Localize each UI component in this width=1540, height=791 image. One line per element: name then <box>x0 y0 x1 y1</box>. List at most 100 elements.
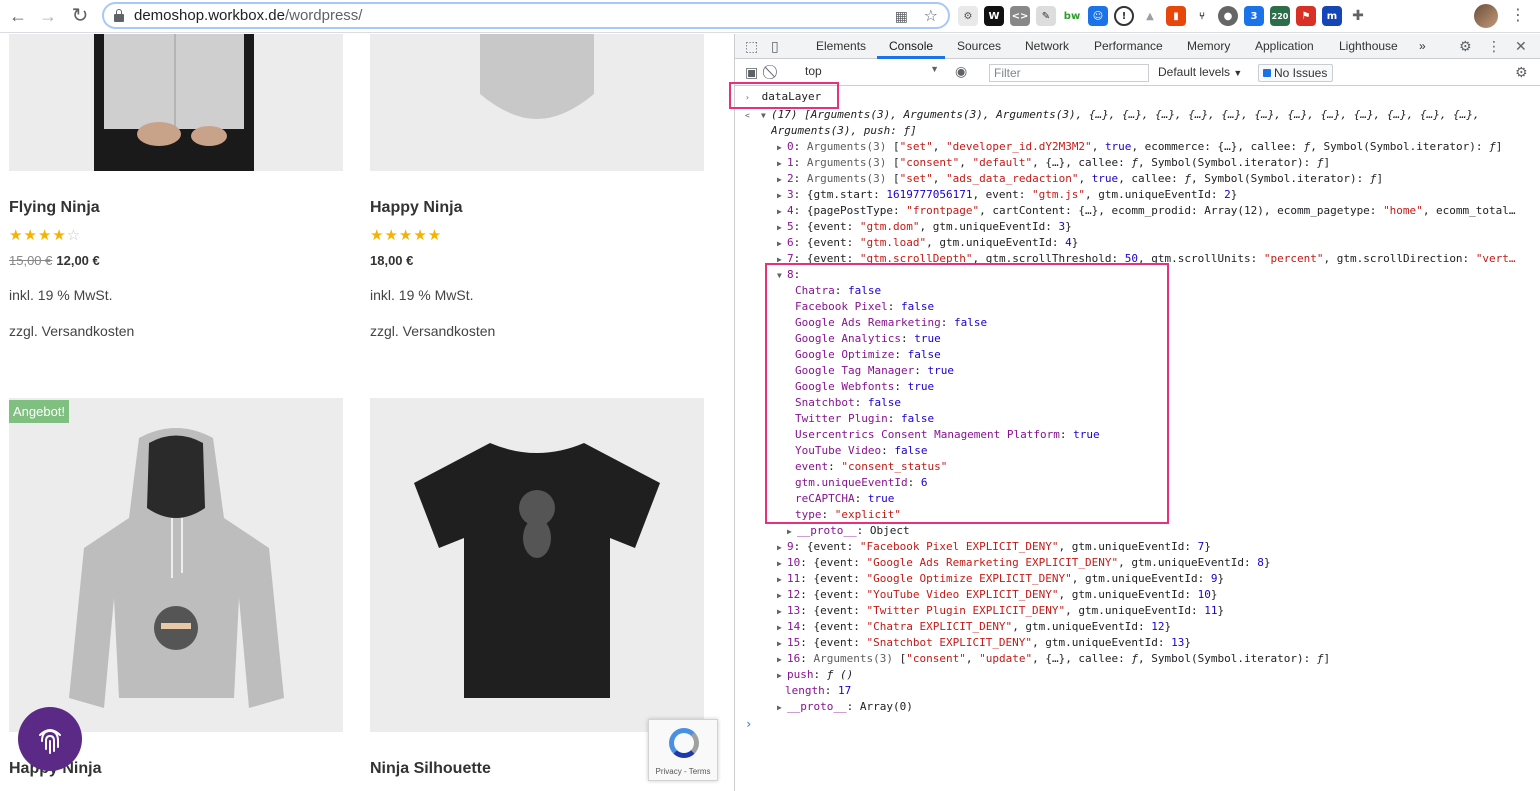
extension-badge-icon[interactable]: 3 <box>1244 6 1264 26</box>
url-text[interactable]: demoshop.workbox.de/wordpress/ <box>134 7 362 24</box>
consent-fingerprint-button[interactable] <box>18 707 82 771</box>
tab-memory[interactable]: Memory <box>1187 39 1230 53</box>
devtools-menu-icon[interactable]: ⋮ <box>1487 38 1501 55</box>
console-line[interactable]: ▶ 12: {event: "YouTube Video EXPLICIT_DEN… <box>777 587 1540 603</box>
browser-menu-icon[interactable]: ⋮ <box>1510 5 1526 25</box>
console-line[interactable]: gtm.uniqueEventId: 6 <box>795 475 1540 491</box>
product-title[interactable]: Ninja Silhouette <box>370 760 491 778</box>
extensions-puzzle-icon[interactable]: ✚ <box>1348 6 1368 26</box>
settings-gear-icon[interactable]: ⚙ <box>1459 38 1472 55</box>
console-line[interactable]: Google Webfonts: true <box>795 379 1540 395</box>
tab-application[interactable]: Application <box>1255 39 1314 53</box>
console-line[interactable]: ▶ 6: {event: "gtm.load", gtm.uniqueEventI… <box>777 235 1540 251</box>
extension-bookmark-icon[interactable]: ▮ <box>1166 6 1186 26</box>
product-image-flying-ninja[interactable] <box>9 34 343 171</box>
console-line[interactable]: ▶ 16: Arguments(3) ["consent", "update", … <box>777 651 1540 667</box>
console-line[interactable]: ▶ 4: {pagePostType: "frontpage", cartCont… <box>777 203 1540 219</box>
console-line[interactable]: ▶ 1: Arguments(3) ["consent", "default", … <box>777 155 1540 171</box>
console-line[interactable]: ▼ 8: <box>777 267 1540 283</box>
more-tabs-button[interactable]: » <box>1419 39 1426 53</box>
console-line[interactable]: Arguments(3), push: ƒ] <box>771 123 1540 139</box>
tab-lighthouse[interactable]: Lighthouse <box>1339 39 1398 53</box>
console-line[interactable]: ▶ 11: {event: "Google Optimize EXPLICIT_D… <box>777 571 1540 587</box>
shipping-link[interactable]: zzgl. Versandkosten <box>9 323 134 339</box>
console-prompt-icon[interactable]: › <box>745 717 752 731</box>
device-toolbar-icon[interactable]: ▯ <box>771 38 779 55</box>
console-line[interactable]: YouTube Video: false <box>795 443 1540 459</box>
console-line[interactable]: ▶ __proto__: Array(0) <box>777 699 1540 715</box>
extension-flag-icon[interactable]: ⚑ <box>1296 6 1316 26</box>
extension-bw-icon[interactable]: bw <box>1062 6 1082 26</box>
product-title[interactable]: Flying Ninja <box>9 199 100 217</box>
extension-circle-icon[interactable]: ● <box>1218 6 1238 26</box>
console-line[interactable]: Google Analytics: true <box>795 331 1540 347</box>
profile-avatar[interactable] <box>1474 4 1498 28</box>
console-line[interactable]: ▶ 3: {gtm.start: 1619777056171, event: "g… <box>777 187 1540 203</box>
extension-wappalyzer-icon[interactable]: W <box>984 6 1004 26</box>
extension-ghost-icon[interactable]: ☺ <box>1088 6 1108 26</box>
console-line[interactable]: ▶ 14: {event: "Chatra EXPLICIT_DENY", gtm… <box>777 619 1540 635</box>
live-expression-eye-icon[interactable]: ◉ <box>955 63 967 80</box>
product-image-happy-ninja[interactable] <box>370 34 704 171</box>
bookmark-star-icon[interactable]: ☆ <box>924 6 938 26</box>
product-title[interactable]: Happy Ninja <box>370 199 462 217</box>
tab-console[interactable]: Console <box>889 39 933 53</box>
console-line[interactable]: Snatchbot: false <box>795 395 1540 411</box>
console-line[interactable]: length: 17 <box>785 683 1540 699</box>
console-line[interactable]: ▶ 15: {event: "Snatchbot EXPLICIT_DENY", … <box>777 635 1540 651</box>
console-input-line[interactable]: › dataLayer <box>745 89 1525 105</box>
extension-gear-icon[interactable]: ⚙ <box>958 6 978 26</box>
log-levels-select[interactable]: Default levels ▼ <box>1158 65 1242 79</box>
product-image-hoodie[interactable] <box>9 398 343 732</box>
extension-edit-icon[interactable]: ✎ <box>1036 6 1056 26</box>
console-line[interactable]: ▶ 7: {event: "gtm.scrollDepth", gtm.scrol… <box>777 251 1540 267</box>
back-arrow-icon[interactable]: ← <box>6 5 30 27</box>
extension-code-icon[interactable]: <> <box>1010 6 1030 26</box>
extension-m-icon[interactable]: m <box>1322 6 1342 26</box>
filter-input[interactable]: Filter <box>989 64 1149 82</box>
tab-performance[interactable]: Performance <box>1094 39 1163 53</box>
console-line[interactable]: Google Ads Remarketing: false <box>795 315 1540 331</box>
console-line[interactable]: event: "consent_status" <box>795 459 1540 475</box>
tab-network[interactable]: Network <box>1025 39 1069 53</box>
tab-sources[interactable]: Sources <box>957 39 1001 53</box>
console-line[interactable]: ▶ 13: {event: "Twitter Plugin EXPLICIT_DE… <box>777 603 1540 619</box>
console-line[interactable]: Google Tag Manager: true <box>795 363 1540 379</box>
tab-elements[interactable]: Elements <box>816 39 866 53</box>
qr-code-icon[interactable]: ▦ <box>895 8 908 25</box>
recaptcha-badge[interactable]: Privacy - Terms <box>648 719 718 781</box>
console-line[interactable]: type: "explicit" <box>795 507 1540 523</box>
console-line[interactable]: reCAPTCHA: true <box>795 491 1540 507</box>
console-line[interactable]: ▶ __proto__: Object <box>787 523 1540 539</box>
rating-stars: ★★★★☆ <box>9 227 82 244</box>
shipping-link[interactable]: zzgl. Versandkosten <box>370 323 495 339</box>
recaptcha-privacy-terms[interactable]: Privacy - Terms <box>649 767 717 776</box>
console-line[interactable]: Usercentrics Consent Management Platform… <box>795 427 1540 443</box>
console-line[interactable]: Twitter Plugin: false <box>795 411 1540 427</box>
lock-icon[interactable] <box>114 9 124 22</box>
product-image-ninja-silhouette[interactable] <box>370 398 704 732</box>
context-select[interactable]: top ▼ <box>805 64 941 82</box>
extension-branch-icon[interactable]: ⑂ <box>1192 6 1212 26</box>
console-settings-icon[interactable]: ⚙ <box>1515 64 1528 81</box>
console-line[interactable]: ▶ push: ƒ () <box>777 667 1540 683</box>
forward-arrow-icon[interactable]: → <box>36 5 60 27</box>
console-line[interactable]: ▶ 9: {event: "Facebook Pixel EXPLICIT_DEN… <box>777 539 1540 555</box>
console-line[interactable]: ▶ 2: Arguments(3) ["set", "ads_data_redac… <box>777 171 1540 187</box>
console-line[interactable]: Chatra: false <box>795 283 1540 299</box>
reload-icon[interactable]: ↻ <box>68 5 92 27</box>
close-devtools-icon[interactable]: ✕ <box>1515 38 1527 55</box>
extension-counter-icon[interactable]: 220 <box>1270 6 1290 26</box>
console-line[interactable]: ▶ 0: Arguments(3) ["set", "developer_id.d… <box>777 139 1540 155</box>
sidebar-toggle-icon[interactable]: ▣ <box>745 64 758 81</box>
console-line[interactable]: Google Optimize: false <box>795 347 1540 363</box>
extension-lighthouse-icon[interactable]: ▲ <box>1140 6 1160 26</box>
console-line[interactable]: ▶ 5: {event: "gtm.dom", gtm.uniqueEventId… <box>777 219 1540 235</box>
issues-button[interactable]: No Issues <box>1258 64 1334 82</box>
inspect-element-icon[interactable]: ⬚ <box>745 38 758 55</box>
console-line[interactable]: ▼ (17) [Arguments(3), Arguments(3), Argum… <box>761 107 1540 123</box>
address-bar[interactable]: demoshop.workbox.de/wordpress/ ▦ ☆ <box>102 2 950 29</box>
console-line[interactable]: Facebook Pixel: false <box>795 299 1540 315</box>
extension-info-icon[interactable]: ! <box>1114 6 1134 26</box>
console-line[interactable]: ▶ 10: {event: "Google Ads Remarketing EXP… <box>777 555 1540 571</box>
